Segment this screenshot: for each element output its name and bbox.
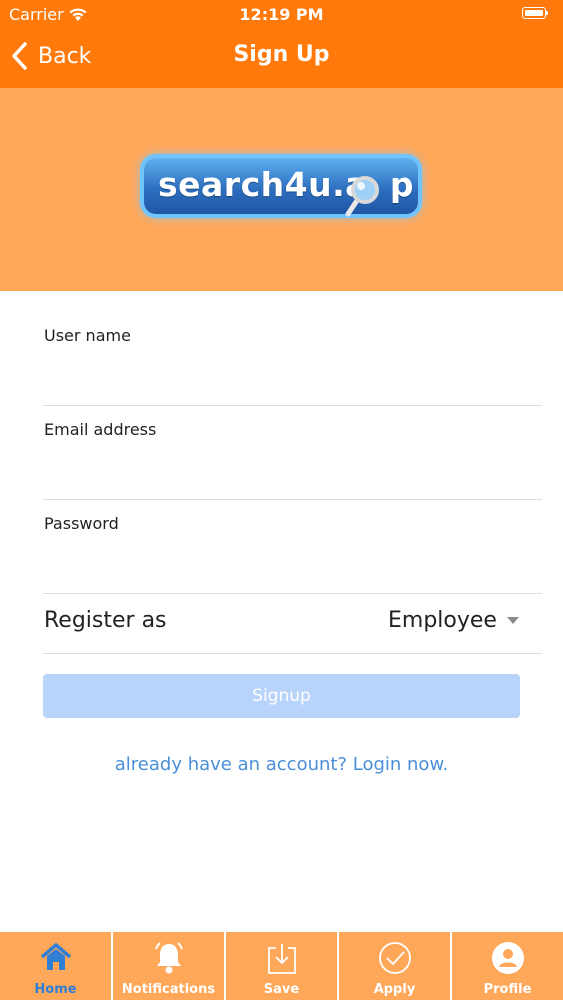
header-banner: search4u.a p: [0, 88, 563, 291]
signup-button[interactable]: Signup: [43, 674, 520, 718]
profile-icon: [491, 942, 524, 974]
tab-bar: Home Notifications Save Apply Profile: [0, 932, 563, 1000]
status-bar: Carrier 12:19 PM: [0, 0, 563, 30]
clock: 12:19 PM: [239, 5, 324, 24]
magnifier-icon: [345, 176, 379, 217]
login-link[interactable]: already have an account? Login now.: [0, 754, 563, 775]
save-icon: [267, 944, 296, 974]
divider: [43, 499, 542, 500]
dropdown-caret-icon: [506, 617, 519, 624]
tab-apply[interactable]: Apply: [337, 932, 450, 1000]
tab-notifications[interactable]: Notifications: [111, 932, 224, 1000]
email-label: Email address: [44, 420, 157, 439]
navigation-bar: Carrier 12:19 PM Back Sign Up: [0, 0, 563, 88]
divider: [43, 405, 542, 406]
divider: [43, 593, 542, 594]
home-icon: [40, 943, 71, 970]
register-as-value: Employee: [388, 608, 497, 633]
tab-label: Save: [263, 982, 300, 997]
bell-icon: [154, 942, 183, 974]
app-logo: search4u.a p: [144, 158, 418, 217]
divider: [43, 653, 542, 654]
battery-icon: [522, 7, 548, 19]
username-label: User name: [44, 326, 131, 345]
tab-home[interactable]: Home: [0, 932, 111, 1000]
check-circle-icon: [378, 942, 411, 974]
register-as-dropdown[interactable]: Employee: [388, 608, 519, 633]
tab-profile[interactable]: Profile: [450, 932, 563, 1000]
password-label: Password: [44, 514, 119, 533]
tab-save[interactable]: Save: [224, 932, 337, 1000]
password-input[interactable]: [44, 548, 534, 582]
tab-label: Apply: [373, 982, 416, 997]
tab-label: Notifications: [121, 982, 216, 997]
register-as-label: Register as: [44, 608, 167, 633]
page-title: Sign Up: [233, 42, 330, 67]
username-input[interactable]: [44, 360, 534, 394]
tab-label: Home: [34, 982, 77, 997]
tab-label: Profile: [483, 982, 532, 997]
email-input[interactable]: [44, 454, 534, 488]
